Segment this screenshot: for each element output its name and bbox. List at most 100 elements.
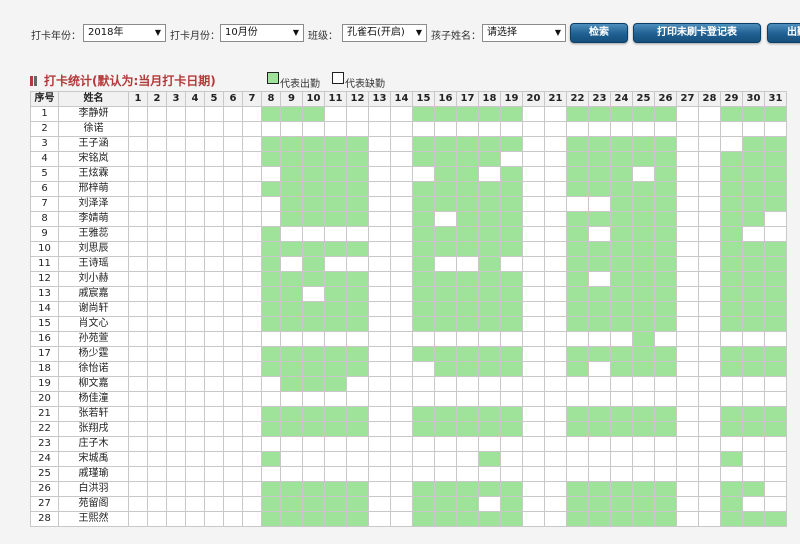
attendance-cell-absent <box>698 301 721 317</box>
attendance-cell-absent <box>544 271 567 287</box>
attendance-cell-absent <box>280 466 303 482</box>
attendance-cell-absent <box>242 376 262 392</box>
attendance-cell-absent <box>390 466 413 482</box>
attendance-cell-absent <box>632 166 655 182</box>
attendance-cell-present <box>632 421 655 437</box>
attendance-cell-present <box>261 271 281 287</box>
attendance-cell-present <box>588 181 611 197</box>
attendance-cell-present <box>412 406 435 422</box>
attendance-cell-absent <box>128 421 148 437</box>
year-select[interactable]: 2018年 ▼ <box>83 24 166 42</box>
attendance-cell-present <box>500 226 523 242</box>
export-attendance-button[interactable]: 出勤 <box>767 23 800 43</box>
year-label: 打卡年份： <box>31 31 81 42</box>
attendance-cell-present <box>588 151 611 167</box>
attendance-cell-present <box>302 256 325 272</box>
attendance-cell-absent <box>128 436 148 452</box>
attendance-cell-present <box>302 406 325 422</box>
attendance-cell-absent <box>368 376 391 392</box>
attendance-cell-present <box>412 151 435 167</box>
attendance-cell-absent <box>185 106 205 122</box>
chevron-down-icon: ▼ <box>154 28 161 37</box>
attendance-cell-absent <box>280 226 303 242</box>
attendance-cell-absent <box>185 466 205 482</box>
student-name: 王炫霖 <box>58 166 129 182</box>
attendance-cell-absent <box>242 241 262 257</box>
attendance-cell-absent <box>522 376 545 392</box>
attendance-cell-absent <box>742 121 765 137</box>
attendance-cell-present <box>566 151 589 167</box>
attendance-cell-absent <box>185 406 205 422</box>
table-row: 13 戚宸嘉 <box>30 286 787 302</box>
attendance-cell-present <box>412 196 435 212</box>
row-index: 16 <box>30 331 59 347</box>
class-select[interactable]: 孔雀石(开启) ▼ <box>342 24 427 42</box>
attendance-cell-present <box>720 421 743 437</box>
attendance-cell-present <box>764 406 787 422</box>
attendance-cell-present <box>588 106 611 122</box>
search-button[interactable]: 检索 <box>570 23 628 43</box>
attendance-cell-present <box>588 136 611 152</box>
table-row: 19 柳文嘉 <box>30 376 787 392</box>
attendance-cell-present <box>500 241 523 257</box>
attendance-cell-present <box>610 346 633 362</box>
row-index: 26 <box>30 481 59 497</box>
student-name: 王熙然 <box>58 511 129 527</box>
attendance-cell-absent <box>147 376 167 392</box>
attendance-cell-absent <box>698 451 721 467</box>
attendance-cell-absent <box>632 391 655 407</box>
attendance-cell-absent <box>185 196 205 212</box>
attendance-cell-absent <box>185 481 205 497</box>
attendance-cell-present <box>280 106 303 122</box>
attendance-cell-present <box>324 406 347 422</box>
attendance-cell-absent <box>242 466 262 482</box>
attendance-cell-present <box>610 481 633 497</box>
filter-toolbar: 打卡年份： 2018年 ▼ 打卡月份： 10月份 ▼ 班级： 孔雀石(开启) ▼… <box>0 22 800 46</box>
attendance-cell-present <box>654 286 677 302</box>
attendance-cell-absent <box>204 121 224 137</box>
attendance-cell-absent <box>280 391 303 407</box>
attendance-cell-absent <box>368 391 391 407</box>
attendance-cell-absent <box>185 166 205 182</box>
attendance-cell-absent <box>147 346 167 362</box>
attendance-cell-present <box>588 406 611 422</box>
attendance-cell-absent <box>223 106 243 122</box>
attendance-cell-present <box>632 226 655 242</box>
attendance-cell-present <box>280 196 303 212</box>
attendance-cell-absent <box>390 346 413 362</box>
attendance-cell-absent <box>185 211 205 227</box>
attendance-cell-present <box>764 421 787 437</box>
print-unswiped-button[interactable]: 打印未刷卡登记表 <box>633 23 761 43</box>
attendance-cell-absent <box>610 391 633 407</box>
table-row: 28 王熙然 <box>30 511 787 527</box>
attendance-cell-present <box>610 166 633 182</box>
attendance-cell-present <box>566 496 589 512</box>
attendance-cell-absent <box>185 436 205 452</box>
attendance-cell-absent <box>544 346 567 362</box>
attendance-cell-absent <box>610 466 633 482</box>
child-name-select[interactable]: 请选择 ▼ <box>482 24 566 42</box>
attendance-cell-present <box>478 361 501 377</box>
attendance-cell-absent <box>588 271 611 287</box>
attendance-cell-absent <box>185 346 205 362</box>
attendance-cell-present <box>588 316 611 332</box>
attendance-cell-absent <box>544 106 567 122</box>
attendance-cell-present <box>654 256 677 272</box>
attendance-cell-absent <box>147 451 167 467</box>
attendance-cell-absent <box>764 331 787 347</box>
attendance-cell-present <box>280 241 303 257</box>
attendance-cell-absent <box>242 301 262 317</box>
attendance-cell-present <box>742 151 765 167</box>
attendance-cell-present <box>412 106 435 122</box>
attendance-cell-absent <box>166 256 186 272</box>
month-select[interactable]: 10月份 ▼ <box>220 24 304 42</box>
attendance-cell-absent <box>223 451 243 467</box>
attendance-cell-absent <box>390 106 413 122</box>
attendance-cell-absent <box>185 496 205 512</box>
attendance-cell-absent <box>500 451 523 467</box>
attendance-cell-present <box>346 166 369 182</box>
attendance-cell-absent <box>698 196 721 212</box>
attendance-cell-absent <box>128 346 148 362</box>
attendance-cell-absent <box>676 316 699 332</box>
child-name-label: 孩子姓名： <box>431 31 481 42</box>
